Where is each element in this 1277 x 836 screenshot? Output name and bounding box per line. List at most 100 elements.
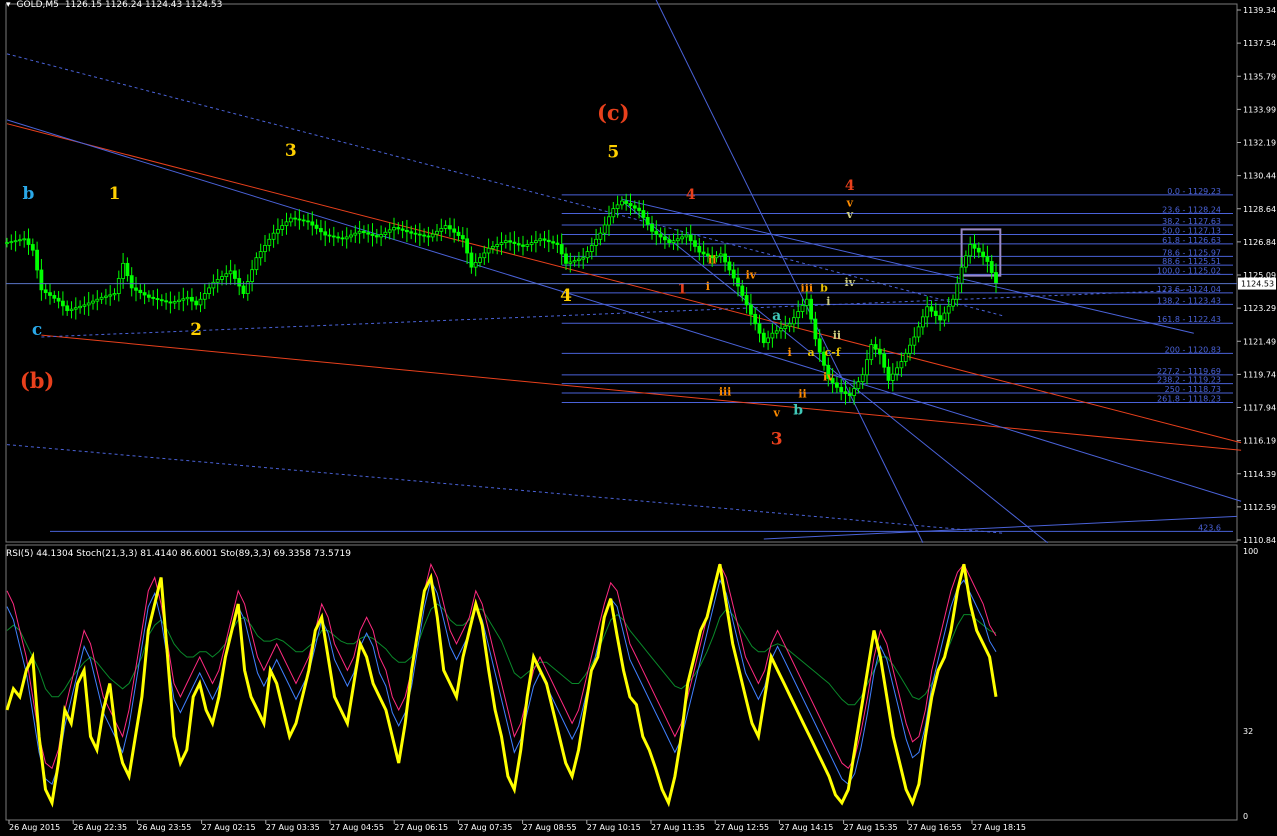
chart-root[interactable]: 0.0 - 1129.23 23.6 - 1128.24 38.2 - 1127.6… xyxy=(0,0,1277,832)
candle-body xyxy=(985,256,990,262)
candle-body xyxy=(267,238,272,246)
symbol-label: GOLD,M5 xyxy=(16,0,59,10)
y-tick-label: 1123.29 xyxy=(1243,304,1276,313)
candle-body xyxy=(460,235,465,240)
candle-body xyxy=(181,298,186,301)
candle-body xyxy=(516,243,521,246)
candle-body xyxy=(250,269,255,283)
time-axis: 26 Aug 2015 26 Aug 22:35 26 Aug 23:55 27 Au… xyxy=(8,820,1026,832)
wave-label: iv xyxy=(845,276,856,289)
candle-body xyxy=(30,244,35,251)
candle-body xyxy=(69,308,74,311)
candle-body xyxy=(417,233,422,236)
chart-canvas[interactable]: 0.0 - 1129.23 23.6 - 1128.24 38.2 - 1127.6… xyxy=(0,0,1277,832)
candle-body xyxy=(589,245,594,252)
y-tick-label: 1139.34 xyxy=(1243,6,1276,15)
candle-body xyxy=(129,275,134,289)
candle-body xyxy=(447,225,452,230)
candle-body xyxy=(878,348,882,355)
candle-body xyxy=(215,279,220,283)
y-tick-label: 1114.39 xyxy=(1243,470,1276,479)
x-tick-label: 26 Aug 22:35 xyxy=(73,823,127,832)
candle-body xyxy=(852,388,856,396)
candle-body xyxy=(546,239,551,243)
candle-body xyxy=(723,253,727,263)
candle-body xyxy=(177,299,181,302)
fib-level-label: 38.2 - 1127.63 xyxy=(1162,217,1221,226)
chart-title-bar[interactable]: ▾ GOLD,M5 1126.15 1126.24 1124.43 1124.5… xyxy=(6,0,222,10)
candle-body xyxy=(48,292,52,296)
wave-label: c-f xyxy=(825,346,842,359)
wave-label: (b) xyxy=(20,368,55,393)
candle-body xyxy=(318,228,323,233)
candle-body xyxy=(280,225,285,230)
candle-body xyxy=(9,241,14,244)
x-tick-label: 27 Aug 02:15 xyxy=(202,823,256,832)
candle-body xyxy=(482,252,487,259)
candle-body xyxy=(168,301,173,304)
candle-body xyxy=(478,257,482,263)
dropdown-arrow-icon[interactable]: ▾ xyxy=(6,0,11,10)
candle-body xyxy=(155,298,160,301)
candle-body xyxy=(392,227,396,231)
candle-body xyxy=(5,242,9,245)
candle-body xyxy=(95,298,100,302)
candle-body xyxy=(198,298,203,306)
x-tick-label: 27 Aug 06:15 xyxy=(394,823,448,832)
candle-body xyxy=(869,344,874,361)
fib-level-label: 227.2 - 1119.69 xyxy=(1157,367,1221,376)
candle-body xyxy=(903,352,908,362)
candle-body xyxy=(207,287,212,294)
indicator-y-label: 100 xyxy=(1243,547,1258,556)
wave-label: 3 xyxy=(285,141,297,161)
candle-body xyxy=(753,313,758,325)
candle-body xyxy=(581,257,586,260)
candle-body xyxy=(323,231,328,236)
candle-body xyxy=(873,344,878,350)
candle-body xyxy=(736,277,740,287)
candle-body xyxy=(387,229,392,233)
candle-body xyxy=(370,233,375,236)
x-tick-label: 26 Aug 23:55 xyxy=(137,823,191,832)
candle-body xyxy=(572,260,577,263)
candle-body xyxy=(521,244,525,247)
candle-body xyxy=(779,328,783,332)
candle-body xyxy=(555,242,560,245)
candle-body xyxy=(116,278,121,294)
candle-body xyxy=(91,300,95,304)
y-tick-label: 1130.44 xyxy=(1243,172,1276,181)
candle-body xyxy=(353,232,358,236)
candle-body xyxy=(125,262,130,277)
fib-level-label: 50.0 - 1127.13 xyxy=(1162,226,1221,235)
fib-level-label: 78.6 - 1125.97 xyxy=(1162,248,1221,257)
candle-body xyxy=(73,307,78,310)
candle-body xyxy=(82,304,87,307)
blue-dashed-line xyxy=(41,289,1194,338)
candle-body xyxy=(331,235,336,238)
candle-body xyxy=(17,239,22,242)
y-tick-label: 1117.94 xyxy=(1243,404,1276,413)
candle-body xyxy=(340,237,345,240)
candle-body xyxy=(361,230,366,234)
candle-body xyxy=(611,208,616,218)
candle-body xyxy=(473,262,478,268)
candle-body xyxy=(727,261,732,271)
candle-body xyxy=(35,249,39,271)
candle-body xyxy=(452,228,457,233)
candle-body xyxy=(39,269,44,291)
candle-body xyxy=(658,233,663,238)
candle-body xyxy=(258,251,263,259)
candle-body xyxy=(598,232,603,240)
price-axis: 1139.34 1137.54 1135.79 1133.99 1132.19 1130.… xyxy=(6,6,1276,545)
y-tick-label: 1121.49 xyxy=(1243,337,1276,346)
candle-body xyxy=(422,234,427,237)
candle-body xyxy=(594,238,598,246)
candle-body xyxy=(172,301,177,304)
grid xyxy=(5,3,1238,821)
candle-body xyxy=(439,228,444,232)
wave-label: 3 xyxy=(771,430,783,450)
wave-label: b xyxy=(23,184,35,204)
candle-body xyxy=(185,296,190,300)
candle-body xyxy=(288,217,293,223)
y-tick-label: 1128.64 xyxy=(1243,205,1276,214)
